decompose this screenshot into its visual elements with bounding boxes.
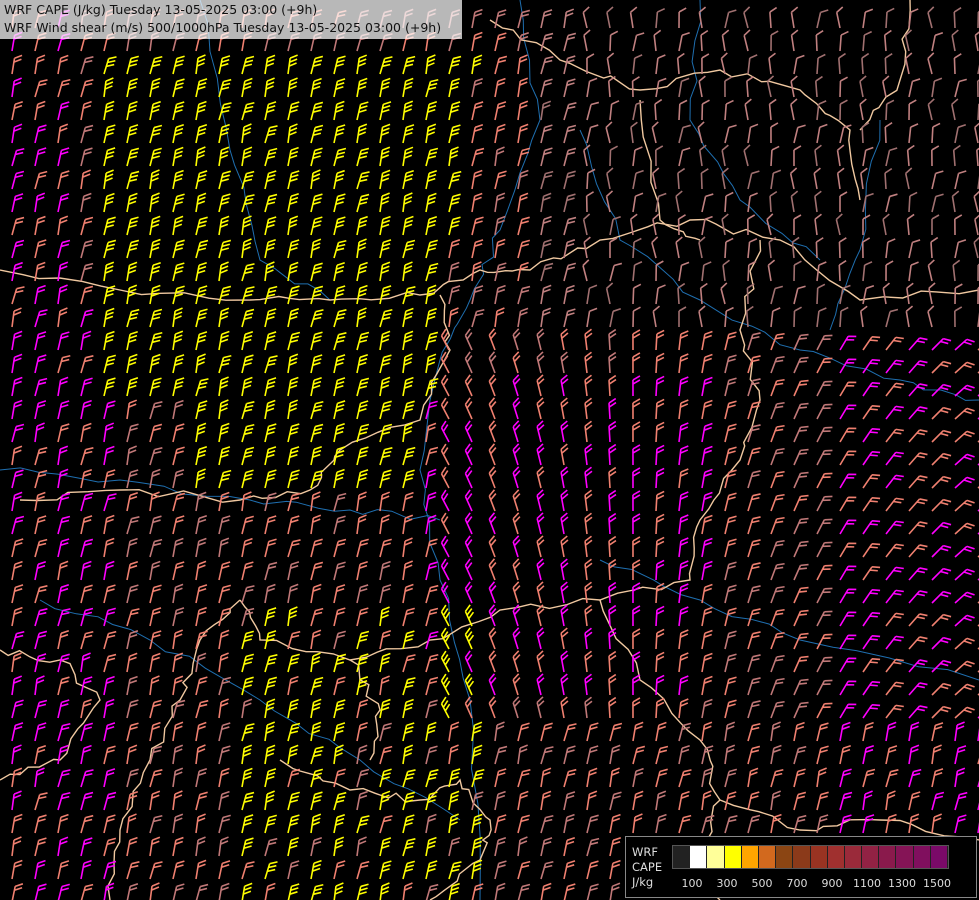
legend-swatch bbox=[879, 846, 897, 868]
legend-swatch bbox=[844, 846, 863, 868]
legend-tick-label: 100 bbox=[681, 877, 703, 890]
legend-tick-label: 500 bbox=[751, 877, 773, 890]
wind-shear-title: WRF Wind shear (m/s) 500/1000hPa Tuesday… bbox=[4, 20, 442, 35]
legend-label-cape: CAPE bbox=[632, 860, 663, 874]
legend-tick-label: 1300 bbox=[888, 877, 916, 890]
legend-tick-label: 300 bbox=[716, 877, 738, 890]
legend-swatch bbox=[690, 846, 708, 868]
legend-swatch bbox=[810, 846, 828, 868]
legend-tick-label: 1500 bbox=[923, 877, 951, 890]
legend-swatch bbox=[673, 846, 691, 868]
legend-swatch bbox=[741, 846, 759, 868]
cape-title: WRF CAPE (J/kg) Tuesday 13-05-2025 03:00… bbox=[4, 2, 318, 17]
legend-swatch bbox=[724, 846, 742, 868]
legend-color-scale bbox=[672, 845, 949, 869]
legend-swatch bbox=[776, 846, 794, 868]
map-title-box: WRF CAPE (J/kg) Tuesday 13-05-2025 03:00… bbox=[0, 0, 462, 39]
legend-swatch bbox=[930, 846, 948, 868]
legend-swatch bbox=[862, 846, 880, 868]
legend-swatch bbox=[827, 846, 845, 868]
legend-swatch bbox=[793, 846, 811, 868]
legend-tick-label: 900 bbox=[821, 877, 843, 890]
legend-swatch bbox=[707, 846, 725, 868]
legend-tick-label: 700 bbox=[786, 877, 808, 890]
cape-legend: WRF CAPE J/kg 100 300 500 700 900 1100 1300 150… bbox=[625, 836, 977, 898]
legend-label-wrf: WRF bbox=[632, 845, 658, 859]
legend-label-unit: J/kg bbox=[632, 875, 654, 889]
weather-map bbox=[0, 0, 979, 900]
legend-tick-label: 1100 bbox=[853, 877, 881, 890]
legend-swatch bbox=[913, 846, 931, 868]
legend-swatch bbox=[896, 846, 914, 868]
legend-swatch bbox=[758, 846, 777, 868]
